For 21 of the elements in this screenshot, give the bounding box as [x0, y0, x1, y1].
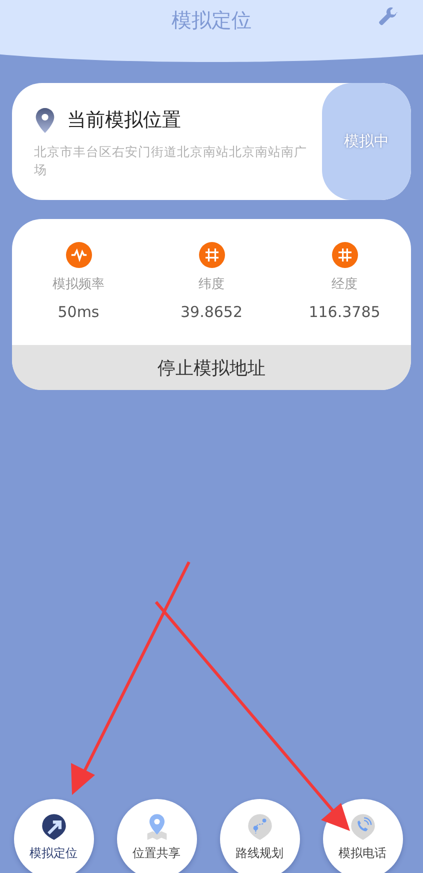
waveform-icon [66, 242, 92, 268]
card-title: 当前模拟位置 [67, 108, 181, 133]
nav-button[interactable]: 模拟定位 [14, 799, 94, 873]
stat-label: 模拟频率 [52, 276, 104, 293]
nav-button[interactable]: 模拟电话 [322, 799, 402, 873]
location-pin-icon [35, 108, 55, 132]
window-title: 模拟定位 [172, 7, 252, 34]
stop-button[interactable]: 停止模拟地址 [12, 345, 411, 390]
grid-icon [198, 242, 224, 268]
route-pin-icon [246, 812, 272, 840]
stat-value: 50ms [58, 303, 100, 321]
nav-button[interactable]: 位置共享 [116, 799, 196, 873]
stat-value: 39.8652 [180, 303, 243, 321]
nav-button[interactable]: 路线规划 [220, 799, 300, 873]
grid-icon [332, 242, 358, 268]
stat-label: 纬度 [198, 276, 224, 293]
phone-pin-icon [350, 812, 376, 840]
navigation-arrow-icon [40, 812, 66, 840]
stat-label: 经度 [332, 276, 358, 293]
stat-value: 116.3785 [308, 303, 380, 321]
address-text: 北京市丰台区右安门街道北京南站北京南站南广场 [34, 143, 308, 179]
